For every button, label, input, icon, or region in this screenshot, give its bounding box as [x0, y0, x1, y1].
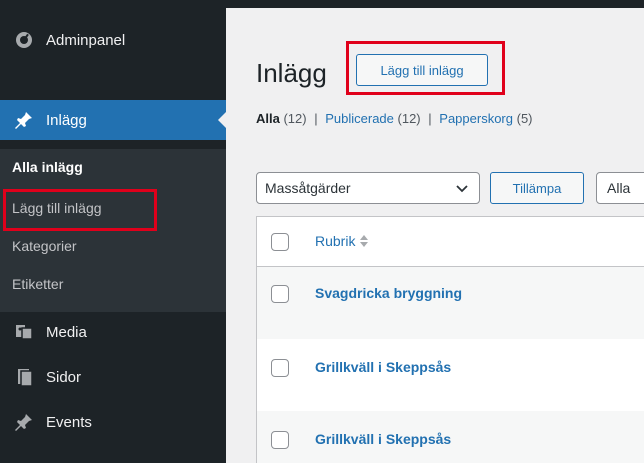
menu-item-adminpanel[interactable]: Adminpanel [0, 20, 226, 60]
table-row: Grillkväll i Skeppsås [257, 411, 644, 463]
post-status-filters: Alla (12) | Publicerade (12) | Pappersko… [256, 111, 533, 126]
add-new-post-button[interactable]: Lägg till inlägg [356, 54, 488, 86]
main-content: Inlägg Lägg till inlägg Alla (12) | Publ… [226, 8, 644, 463]
menu-item-label: Inlägg [46, 111, 87, 129]
menu-item-label: Media [46, 323, 87, 341]
filter-trash[interactable]: Papperskorg [439, 111, 513, 126]
select-all-checkbox[interactable] [271, 233, 289, 251]
apply-button[interactable]: Tillämpa [490, 172, 584, 204]
date-filter-select[interactable]: Alla [596, 172, 644, 204]
row-checkbox[interactable] [271, 359, 289, 377]
admin-toolbar [0, 0, 644, 8]
filter-published-count: (12) [397, 111, 421, 126]
post-title-link[interactable]: Grillkväll i Skeppsås [315, 431, 451, 447]
media-icon [14, 322, 34, 342]
filter-separator: | [314, 111, 318, 126]
bulk-actions-value: Massåtgärder [265, 180, 351, 196]
menu-item-events[interactable]: Events [0, 402, 226, 442]
posts-table: Rubrik Svagdricka bryggning Grillkväll i… [256, 216, 644, 463]
table-row: Svagdricka bryggning [257, 267, 644, 339]
filter-separator: | [428, 111, 432, 126]
sort-icon [359, 234, 369, 248]
column-header-label: Rubrik [315, 233, 356, 249]
submenu-item-etiketter[interactable]: Etiketter [12, 276, 63, 292]
bulk-actions-select[interactable]: Massåtgärder [256, 172, 480, 204]
pushpin-icon [14, 412, 34, 432]
table-row: Grillkväll i Skeppsås [257, 339, 644, 411]
post-title-link[interactable]: Grillkväll i Skeppsås [315, 359, 451, 375]
row-checkbox[interactable] [271, 431, 289, 449]
menu-item-sidor[interactable]: Sidor [0, 357, 226, 397]
menu-item-label: Sidor [46, 368, 82, 386]
column-header-title[interactable]: Rubrik [315, 233, 369, 249]
filter-published[interactable]: Publicerade [325, 111, 394, 126]
page-title: Inlägg [256, 58, 327, 88]
date-filter-value: Alla [607, 180, 631, 196]
menu-item-label: Events [46, 413, 92, 431]
menu-item-inlagg[interactable]: Inlägg [0, 100, 226, 140]
table-header: Rubrik [257, 217, 644, 267]
filter-all-count: (12) [283, 111, 307, 126]
submenu-item-kategorier[interactable]: Kategorier [12, 238, 77, 254]
submenu-item-alla-inlagg[interactable]: Alla inlägg [12, 159, 83, 175]
menu-item-media[interactable]: Media [0, 312, 226, 352]
highlight-box-sidebar [3, 189, 157, 231]
filter-all[interactable]: Alla [256, 111, 280, 126]
admin-sidebar: Adminpanel Inlägg Alla inlägg Lägg till … [0, 8, 226, 463]
dashboard-icon [14, 30, 34, 50]
row-checkbox[interactable] [271, 285, 289, 303]
pages-icon [14, 367, 34, 387]
filter-trash-count: (5) [516, 111, 533, 126]
chevron-down-icon [455, 181, 469, 198]
post-title-link[interactable]: Svagdricka bryggning [315, 285, 462, 301]
pushpin-icon [14, 110, 34, 130]
menu-item-label: Adminpanel [46, 31, 126, 49]
